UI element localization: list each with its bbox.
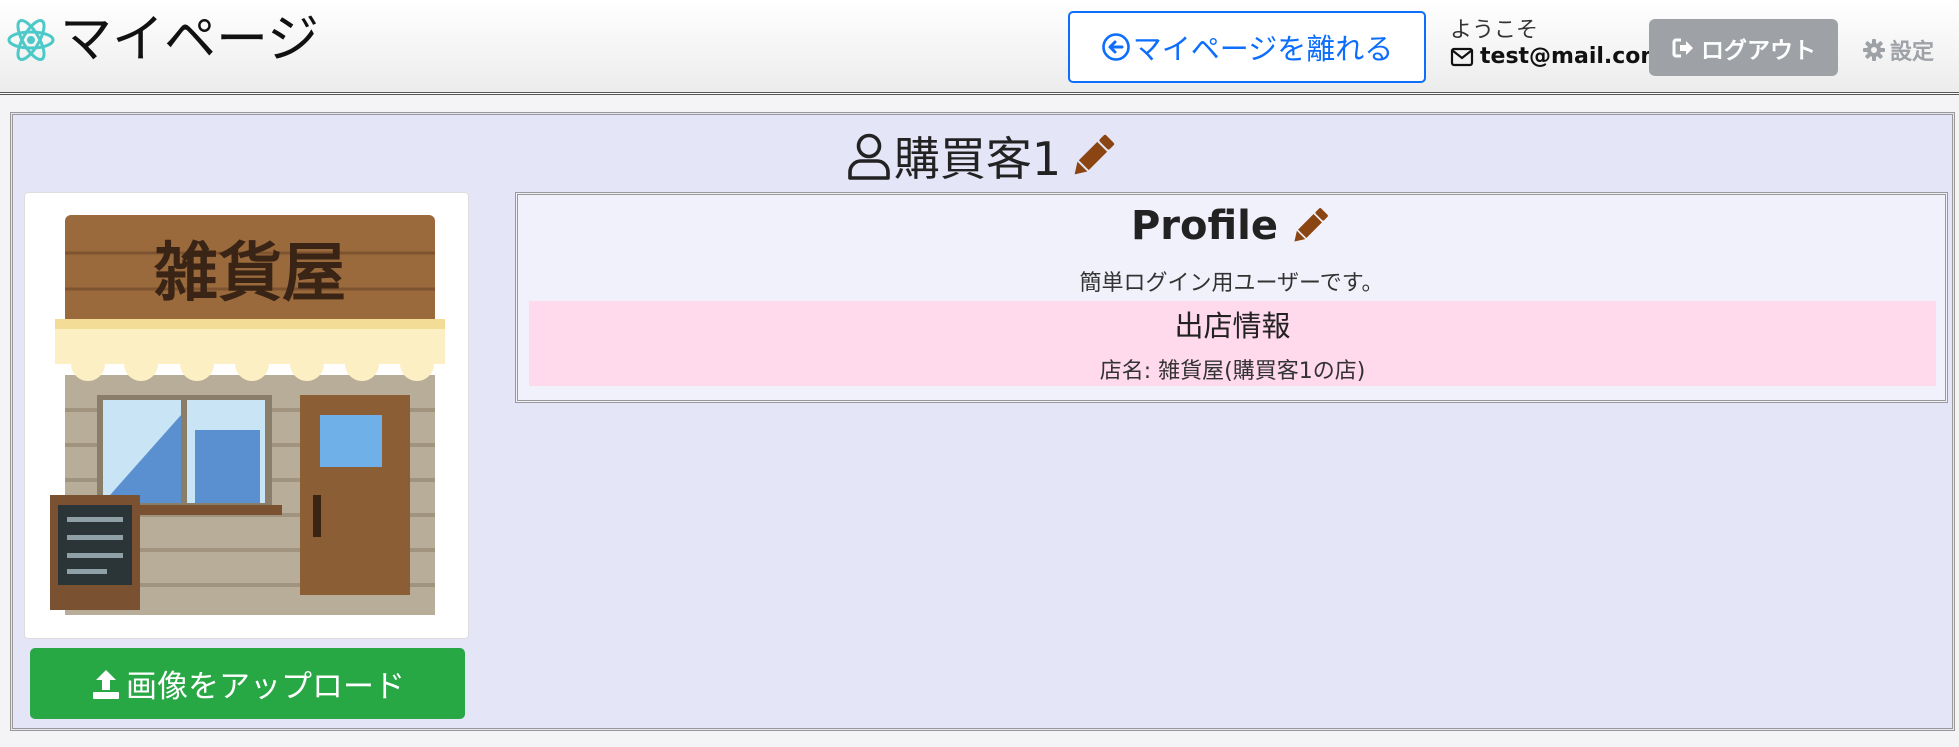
- settings-link[interactable]: 設定: [1862, 34, 1934, 66]
- upload-image-label: 画像をアップロード: [126, 669, 405, 705]
- pencil-icon[interactable]: [1067, 130, 1119, 182]
- leave-mypage-label: マイページを離れる: [1132, 32, 1394, 66]
- page-title: マイページ: [60, 10, 319, 70]
- profile-title: Profile: [1130, 203, 1278, 249]
- shop-image: 雑貨屋: [50, 215, 445, 615]
- profile-heading: Profile: [518, 203, 1945, 249]
- shop-section-title: 出店情報: [1174, 309, 1291, 343]
- atom-icon: [7, 19, 55, 61]
- profile-description: 簡単ログイン用ユーザーです。: [1079, 271, 1384, 296]
- envelope-icon: [1450, 47, 1474, 66]
- brand[interactable]: マイページ: [6, 12, 319, 68]
- sign-out-icon: [1672, 38, 1693, 57]
- shop-info-section: 出店情報 店名: 雑貨屋(購買客1の店): [529, 301, 1936, 386]
- pencil-icon[interactable]: [1288, 204, 1332, 248]
- upload-icon: [93, 669, 119, 699]
- shop-image-card: 雑貨屋: [24, 192, 469, 639]
- user-name: 購買客1: [893, 132, 1062, 186]
- shop-name: 店名: 雑貨屋(購買客1の店): [1099, 359, 1366, 384]
- upload-image-button[interactable]: 画像をアップロード: [30, 648, 465, 719]
- user-icon: [848, 133, 890, 180]
- gear-icon: [1863, 39, 1885, 61]
- svg-text:雑貨屋: 雑貨屋: [153, 237, 346, 311]
- user-heading: 購買客1: [13, 123, 1952, 189]
- profile-card: Profile 簡単ログイン用ユーザーです。 出店情報 店名: 雑貨屋(購買客1…: [515, 192, 1948, 403]
- leave-mypage-button[interactable]: マイページを離れる: [1068, 11, 1426, 83]
- user-email: test@mail.com: [1450, 44, 1663, 69]
- welcome-text: ようこそ: [1450, 18, 1539, 43]
- logout-button[interactable]: ログアウト: [1649, 19, 1838, 76]
- arrow-left-circle-icon: [1101, 33, 1130, 61]
- mypage-content: 購買客1 雑貨屋 画像をアップロード Profile 簡単ログイン用ユーザーです…: [10, 112, 1955, 731]
- top-navbar: マイページ マイページを離れる ようこそ test@mail.com ログアウト: [0, 0, 1959, 95]
- logout-label: ログアウト: [1701, 37, 1816, 64]
- user-email-value: test@mail.com: [1480, 44, 1664, 69]
- settings-label: 設定: [1890, 40, 1935, 65]
